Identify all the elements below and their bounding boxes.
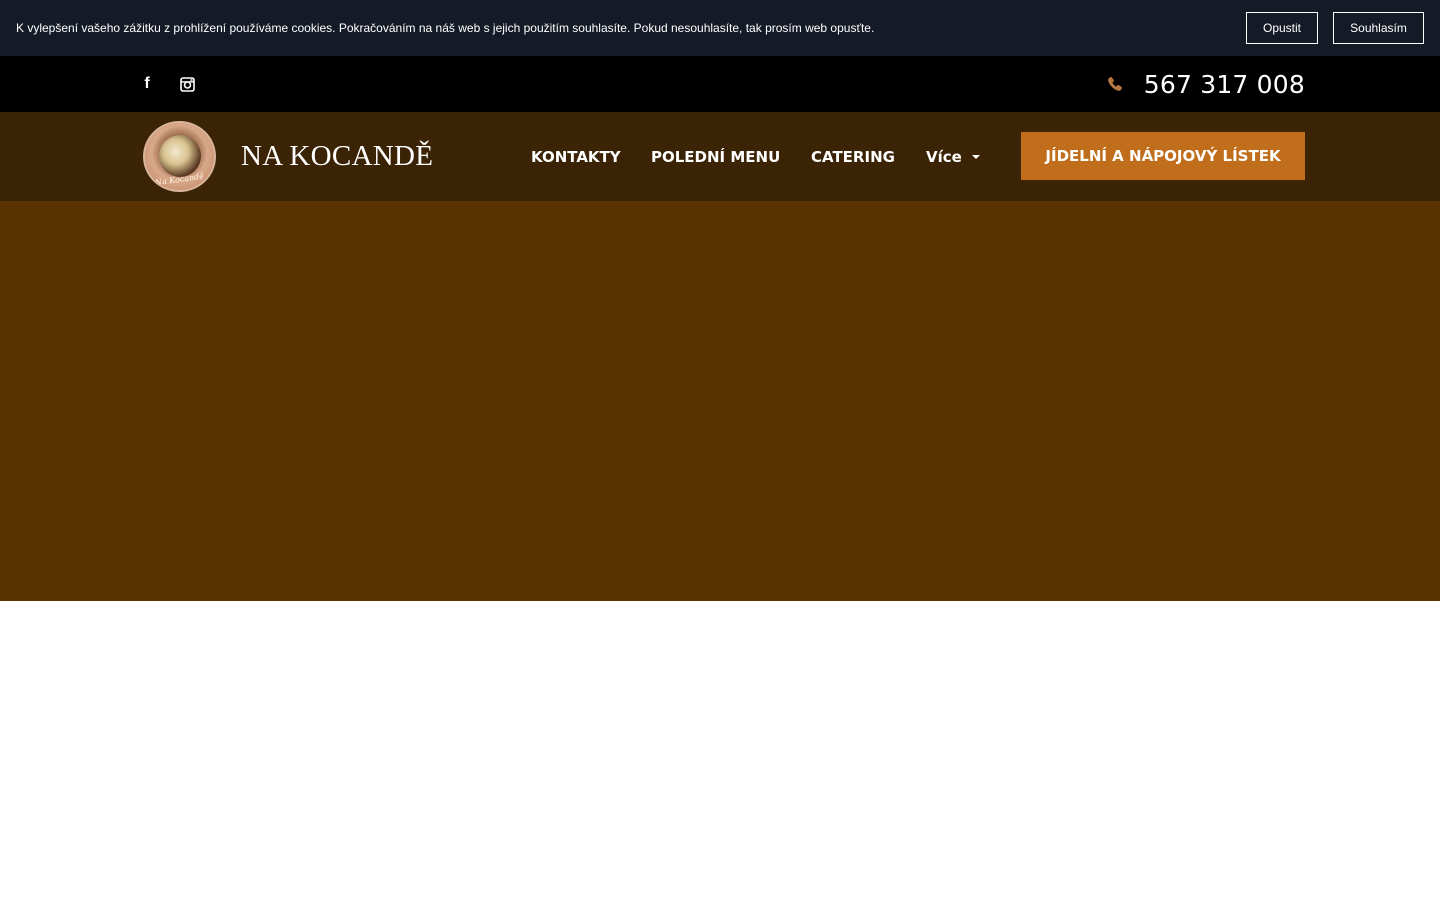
nav-kontakty[interactable]: KONTAKTY: [531, 112, 621, 201]
facebook-glyph: f: [144, 75, 150, 92]
cookie-leave-button[interactable]: Opustit: [1246, 12, 1318, 44]
instagram-glyph: [179, 76, 195, 92]
phone-icon: [1107, 75, 1125, 93]
nav-catering[interactable]: CATERING: [811, 112, 895, 201]
brand-name[interactable]: NA KOCANDĚ: [241, 112, 433, 201]
hero-banner: [0, 201, 1440, 601]
logo-plate: [159, 135, 201, 177]
caret-down-icon: [971, 154, 980, 159]
top-bar: f 567 317 008: [0, 56, 1440, 112]
nav-vice-label: Více: [926, 147, 962, 166]
nav-vice-dropdown[interactable]: Více: [926, 112, 980, 201]
cookie-bar: K vylepšení vašeho zážitku z prohlížení …: [0, 0, 1440, 56]
phone-number: 567 317 008: [1143, 69, 1305, 99]
phone-contact[interactable]: 567 317 008: [1107, 56, 1305, 112]
site-header: Na Kocandě NA KOCANDĚ KONTAKTY POLEDNÍ M…: [0, 112, 1440, 201]
restaurant-logo[interactable]: Na Kocandě: [143, 121, 216, 192]
instagram-icon[interactable]: [179, 56, 195, 112]
cookie-agree-button[interactable]: Souhlasím: [1333, 12, 1424, 44]
cookie-message: K vylepšení vašeho zážitku z prohlížení …: [16, 21, 875, 35]
facebook-icon[interactable]: f: [140, 56, 154, 112]
menu-cta-button[interactable]: JÍDELNÍ A NÁPOJOVÝ LÍSTEK: [1021, 132, 1305, 180]
nav-poledni-menu[interactable]: POLEDNÍ MENU: [651, 112, 780, 201]
